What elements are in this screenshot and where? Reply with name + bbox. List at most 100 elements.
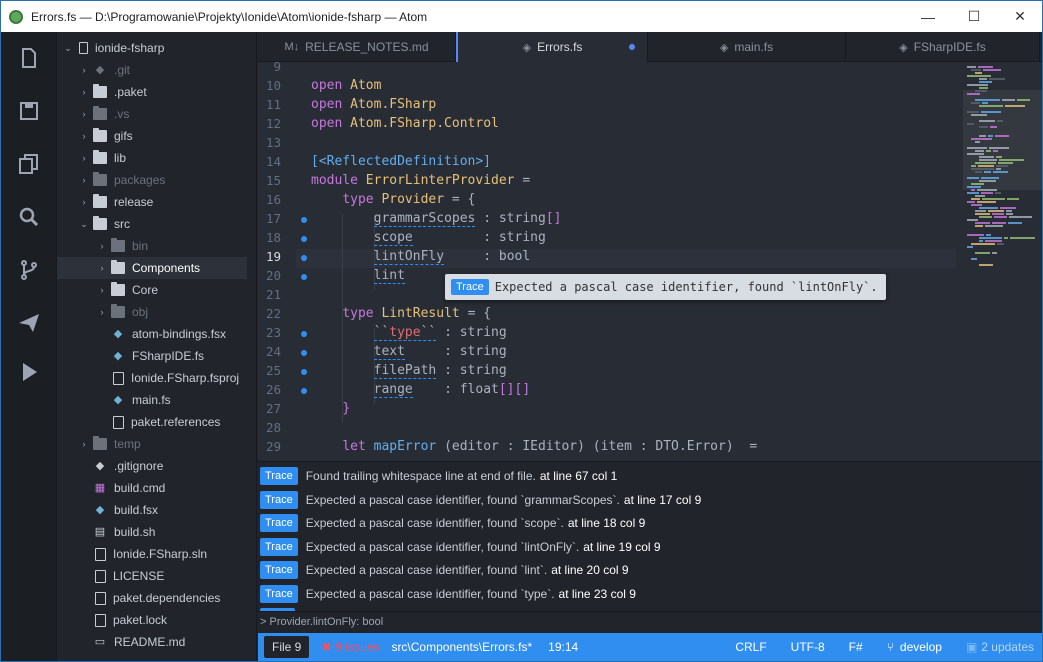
linter-message[interactable]: Trace Expected a pascal case identifier, …: [260, 560, 629, 580]
tab-main-fs[interactable]: ◈ main.fs: [648, 32, 846, 62]
close-button[interactable]: ✕: [997, 1, 1043, 32]
tree-item-label: gifs: [114, 129, 133, 143]
tab-errors-fs[interactable]: ◈ Errors.fs: [456, 32, 648, 62]
minimap-line: [977, 201, 996, 203]
tree-item[interactable]: ▭ README.md: [57, 631, 247, 653]
tree-item[interactable]: ◆ atom-bindings.fsx: [57, 323, 247, 345]
cursor-position[interactable]: 19:14: [548, 640, 578, 654]
git-branch[interactable]: develop: [900, 640, 942, 654]
message-location[interactable]: at line 20 col 9: [551, 563, 628, 577]
linter-message[interactable]: Trace Expected a pascal case identifier, …: [260, 584, 636, 604]
fsharp-icon: ◆: [95, 504, 105, 516]
tree-item[interactable]: › bin: [57, 235, 247, 257]
run-icon[interactable]: [15, 358, 43, 386]
file-issues-button[interactable]: File 9: [264, 636, 310, 658]
message-location[interactable]: at line 17 col 9: [624, 493, 701, 507]
minimap-line: [989, 78, 1005, 80]
tree-item[interactable]: LICENSE: [57, 565, 247, 587]
file-icon: [95, 613, 106, 627]
minimap-line: [979, 87, 988, 89]
encoding[interactable]: UTF-8: [791, 640, 825, 654]
tree-item[interactable]: › gifs: [57, 125, 247, 147]
tree-item-label: Ionide.FSharp.fsproj: [131, 371, 240, 385]
tree-item[interactable]: ◆ build.fsx: [57, 499, 247, 521]
linter-message[interactable]: Trace Expected a pascal case identifier, …: [260, 490, 701, 510]
line-number: 15: [265, 173, 281, 188]
tree-root[interactable]: ⌄ ionide-fsharp: [57, 37, 247, 59]
minimap-line: [996, 165, 1008, 167]
lint-gutter-marker[interactable]: [301, 217, 307, 223]
git-branch-icon[interactable]: [15, 256, 43, 284]
updates-link[interactable]: 2 updates: [981, 640, 1034, 654]
tree-item[interactable]: › Components: [57, 257, 247, 279]
severity-badge: Trace: [260, 561, 298, 580]
lint-gutter-marker[interactable]: [301, 255, 307, 261]
issues-count[interactable]: 9 issues: [335, 640, 379, 654]
tree-item[interactable]: › temp: [57, 433, 247, 455]
tree-item[interactable]: paket.lock: [57, 609, 247, 631]
tree-item[interactable]: ◆ main.fs: [57, 389, 247, 411]
maximize-button[interactable]: ☐: [951, 1, 997, 32]
tree-item[interactable]: › release: [57, 191, 247, 213]
tree-item[interactable]: ▦ build.cmd: [57, 477, 247, 499]
lint-gutter-marker[interactable]: [301, 236, 307, 242]
code-line: }: [342, 401, 351, 416]
minimap-line: [990, 126, 997, 128]
code-line: type Provider = {: [342, 192, 476, 207]
minimap-line: [996, 168, 1001, 170]
file-icon[interactable]: [15, 44, 43, 72]
minimize-button[interactable]: —: [905, 1, 951, 32]
tree-item[interactable]: Ionide.FSharp.sln: [57, 543, 247, 565]
line-ending[interactable]: CRLF: [735, 640, 766, 654]
tree-item[interactable]: paket.dependencies: [57, 587, 247, 609]
message-location[interactable]: at line 19 col 9: [583, 540, 660, 554]
tree-item[interactable]: › Core: [57, 279, 247, 301]
minimap-line: [971, 183, 984, 185]
activity-bar: [1, 32, 57, 661]
minimap-line: [1000, 207, 1016, 209]
minimap[interactable]: [963, 62, 1042, 461]
lint-gutter-marker[interactable]: [301, 388, 307, 394]
lint-gutter-marker[interactable]: [301, 369, 307, 375]
line-number: 9: [273, 62, 281, 74]
tree-item[interactable]: › obj: [57, 301, 247, 323]
tab-fsharpide-fs[interactable]: ◈ FSharpIDE.fs: [846, 32, 1040, 62]
tree-item[interactable]: › .paket: [57, 81, 247, 103]
linter-message[interactable]: Trace Expected a pascal case identifier, …: [260, 537, 661, 557]
code-line: type LintResult = {: [342, 306, 492, 321]
lint-gutter-marker[interactable]: [301, 350, 307, 356]
tree-item[interactable]: Ionide.FSharp.fsproj: [57, 367, 247, 389]
tree-item[interactable]: › packages: [57, 169, 247, 191]
send-icon[interactable]: [15, 309, 43, 337]
message-location[interactable]: at line 18 col 9: [568, 516, 645, 530]
tree-item[interactable]: paket.references: [57, 411, 247, 433]
message-location[interactable]: at line 23 col 9: [559, 587, 636, 601]
code-editor[interactable]: 9 10 open Atom 11 open Atom.FSharp 12 open Ato…: [258, 62, 1042, 461]
file-path[interactable]: src\Components\Errors.fs*: [391, 640, 532, 654]
search-icon[interactable]: [15, 203, 43, 231]
minimap-line: [971, 243, 995, 245]
tree-item[interactable]: › .vs: [57, 103, 247, 125]
linter-message[interactable]: Trace Expected a pascal case identifier, …: [260, 513, 645, 533]
message-location[interactable]: at line 67 col 1: [540, 469, 617, 483]
tree-item[interactable]: › ◆ .git: [57, 59, 247, 81]
minimap-line: [971, 198, 980, 200]
save-icon[interactable]: [15, 97, 43, 125]
tree-item[interactable]: › lib: [57, 147, 247, 169]
lint-gutter-marker[interactable]: [301, 274, 307, 280]
minimap-line: [993, 171, 1008, 173]
tab-file-icon: ◈: [719, 41, 729, 54]
copy-icon[interactable]: [15, 150, 43, 178]
grammar[interactable]: F#: [849, 640, 863, 654]
linter-message[interactable]: Trace Found trailing whitespace line at e…: [260, 466, 617, 486]
minimap-line: [975, 213, 990, 215]
tree-item[interactable]: ◆ FSharpIDE.fs: [57, 345, 247, 367]
tab-release-notes-md[interactable]: M↓ RELEASE_NOTES.md: [258, 32, 456, 62]
minimap-line: [967, 246, 973, 248]
tree-item[interactable]: ◆ .gitignore: [57, 455, 247, 477]
line-number: 23: [265, 325, 281, 340]
tree-item[interactable]: ▤ build.sh: [57, 521, 247, 543]
tree-item[interactable]: ⌄ src: [57, 213, 247, 235]
minimap-line: [986, 150, 991, 152]
lint-gutter-marker[interactable]: [301, 331, 307, 337]
